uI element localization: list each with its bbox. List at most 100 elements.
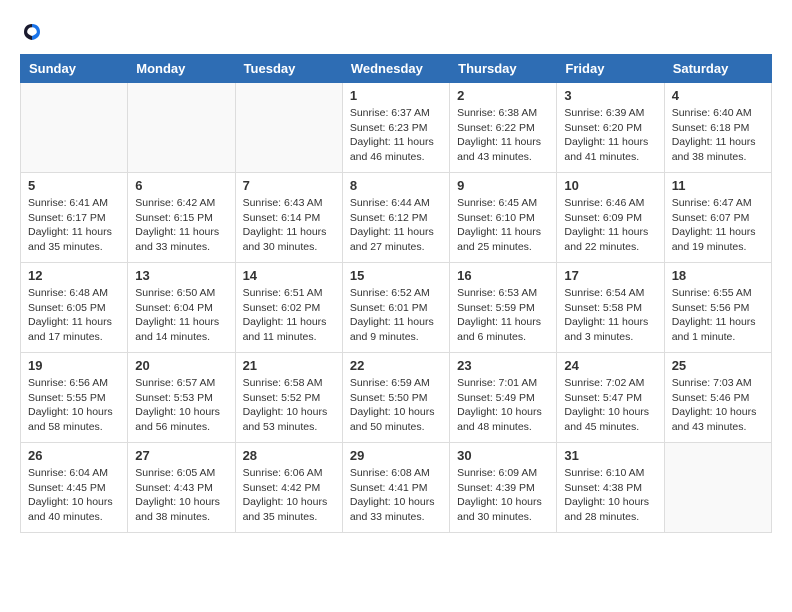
day-number: 30 bbox=[457, 448, 549, 463]
calendar-table: SundayMondayTuesdayWednesdayThursdayFrid… bbox=[20, 54, 772, 533]
day-info: Sunrise: 6:55 AM Sunset: 5:56 PM Dayligh… bbox=[672, 286, 764, 345]
calendar-day-cell: 28 Sunrise: 6:06 AM Sunset: 4:42 PM Dayli… bbox=[235, 443, 342, 533]
day-info: Sunrise: 6:06 AM Sunset: 4:42 PM Dayligh… bbox=[243, 466, 335, 525]
day-number: 2 bbox=[457, 88, 549, 103]
day-number: 1 bbox=[350, 88, 442, 103]
calendar-day-cell: 21Sunrise: 6:58 AM Sunset: 5:52 PM Dayli… bbox=[235, 353, 342, 443]
calendar-day-cell: 23 Sunrise: 7:01 AM Sunset: 5:49 PM Dayli… bbox=[450, 353, 557, 443]
logo bbox=[20, 20, 48, 44]
day-number: 5 bbox=[28, 178, 120, 193]
day-number: 25 bbox=[672, 358, 764, 373]
calendar-day-cell: 7 Sunrise: 6:43 AM Sunset: 6:14 PM Daylig… bbox=[235, 173, 342, 263]
calendar-day-cell: 29 Sunrise: 6:08 AM Sunset: 4:41 PM Dayli… bbox=[342, 443, 449, 533]
day-info: Sunrise: 6:39 AM Sunset: 6:20 PM Dayligh… bbox=[564, 106, 656, 165]
calendar-day-cell: 2 Sunrise: 6:38 AM Sunset: 6:22 PM Daylig… bbox=[450, 83, 557, 173]
weekday-header: Wednesday bbox=[342, 55, 449, 83]
weekday-header: Tuesday bbox=[235, 55, 342, 83]
day-number: 26 bbox=[28, 448, 120, 463]
day-info: Sunrise: 6:56 AM Sunset: 5:55 PM Dayligh… bbox=[28, 376, 120, 435]
day-info: Sunrise: 6:40 AM Sunset: 6:18 PM Dayligh… bbox=[672, 106, 764, 165]
calendar-week-row: 1 Sunrise: 6:37 AM Sunset: 6:23 PM Daylig… bbox=[21, 83, 772, 173]
day-number: 15 bbox=[350, 268, 442, 283]
day-number: 31 bbox=[564, 448, 656, 463]
calendar-day-cell: 8 Sunrise: 6:44 AM Sunset: 6:12 PM Daylig… bbox=[342, 173, 449, 263]
calendar-day-cell: 13 Sunrise: 6:50 AM Sunset: 6:04 PM Dayli… bbox=[128, 263, 235, 353]
day-number: 4 bbox=[672, 88, 764, 103]
calendar-day-cell: 20Sunrise: 6:57 AM Sunset: 5:53 PM Dayli… bbox=[128, 353, 235, 443]
day-number: 16 bbox=[457, 268, 549, 283]
day-info: Sunrise: 6:38 AM Sunset: 6:22 PM Dayligh… bbox=[457, 106, 549, 165]
calendar-day-cell: 19 Sunrise: 6:56 AM Sunset: 5:55 PM Dayli… bbox=[21, 353, 128, 443]
page-header bbox=[20, 20, 772, 44]
weekday-header: Saturday bbox=[664, 55, 771, 83]
calendar-day-cell: 15 Sunrise: 6:52 AM Sunset: 6:01 PM Dayli… bbox=[342, 263, 449, 353]
logo-icon bbox=[20, 20, 44, 44]
day-number: 23 bbox=[457, 358, 549, 373]
day-info: Sunrise: 6:44 AM Sunset: 6:12 PM Dayligh… bbox=[350, 196, 442, 255]
day-number: 3 bbox=[564, 88, 656, 103]
day-number: 13 bbox=[135, 268, 227, 283]
day-number: 21 bbox=[243, 358, 335, 373]
calendar-day-cell: 9 Sunrise: 6:45 AM Sunset: 6:10 PM Daylig… bbox=[450, 173, 557, 263]
day-number: 7 bbox=[243, 178, 335, 193]
calendar-day-cell: 24Sunrise: 7:02 AM Sunset: 5:47 PM Dayli… bbox=[557, 353, 664, 443]
day-number: 18 bbox=[672, 268, 764, 283]
calendar-week-row: 26 Sunrise: 6:04 AM Sunset: 4:45 PM Dayli… bbox=[21, 443, 772, 533]
calendar-day-cell bbox=[664, 443, 771, 533]
day-number: 12 bbox=[28, 268, 120, 283]
calendar-day-cell: 10Sunrise: 6:46 AM Sunset: 6:09 PM Dayli… bbox=[557, 173, 664, 263]
day-number: 17 bbox=[564, 268, 656, 283]
weekday-header: Monday bbox=[128, 55, 235, 83]
calendar-day-cell: 17 Sunrise: 6:54 AM Sunset: 5:58 PM Dayli… bbox=[557, 263, 664, 353]
day-info: Sunrise: 6:52 AM Sunset: 6:01 PM Dayligh… bbox=[350, 286, 442, 345]
calendar-day-cell: 22Sunrise: 6:59 AM Sunset: 5:50 PM Dayli… bbox=[342, 353, 449, 443]
day-info: Sunrise: 7:01 AM Sunset: 5:49 PM Dayligh… bbox=[457, 376, 549, 435]
day-number: 29 bbox=[350, 448, 442, 463]
day-number: 24 bbox=[564, 358, 656, 373]
day-info: Sunrise: 6:42 AM Sunset: 6:15 PM Dayligh… bbox=[135, 196, 227, 255]
day-info: Sunrise: 6:53 AM Sunset: 5:59 PM Dayligh… bbox=[457, 286, 549, 345]
weekday-header: Friday bbox=[557, 55, 664, 83]
calendar-day-cell: 12 Sunrise: 6:48 AM Sunset: 6:05 PM Dayli… bbox=[21, 263, 128, 353]
day-number: 8 bbox=[350, 178, 442, 193]
day-number: 19 bbox=[28, 358, 120, 373]
weekday-header: Sunday bbox=[21, 55, 128, 83]
day-info: Sunrise: 6:04 AM Sunset: 4:45 PM Dayligh… bbox=[28, 466, 120, 525]
calendar-day-cell: 6 Sunrise: 6:42 AM Sunset: 6:15 PM Daylig… bbox=[128, 173, 235, 263]
calendar-day-cell: 18 Sunrise: 6:55 AM Sunset: 5:56 PM Dayli… bbox=[664, 263, 771, 353]
day-info: Sunrise: 6:10 AM Sunset: 4:38 PM Dayligh… bbox=[564, 466, 656, 525]
calendar-day-cell bbox=[128, 83, 235, 173]
day-info: Sunrise: 6:43 AM Sunset: 6:14 PM Dayligh… bbox=[243, 196, 335, 255]
day-number: 14 bbox=[243, 268, 335, 283]
day-info: Sunrise: 6:59 AM Sunset: 5:50 PM Dayligh… bbox=[350, 376, 442, 435]
calendar-day-cell: 26 Sunrise: 6:04 AM Sunset: 4:45 PM Dayli… bbox=[21, 443, 128, 533]
day-info: Sunrise: 6:05 AM Sunset: 4:43 PM Dayligh… bbox=[135, 466, 227, 525]
calendar-day-cell bbox=[21, 83, 128, 173]
calendar-day-cell: 16 Sunrise: 6:53 AM Sunset: 5:59 PM Dayli… bbox=[450, 263, 557, 353]
day-number: 6 bbox=[135, 178, 227, 193]
calendar-week-row: 5 Sunrise: 6:41 AM Sunset: 6:17 PM Daylig… bbox=[21, 173, 772, 263]
calendar-day-cell: 14 Sunrise: 6:51 AM Sunset: 6:02 PM Dayli… bbox=[235, 263, 342, 353]
day-info: Sunrise: 6:51 AM Sunset: 6:02 PM Dayligh… bbox=[243, 286, 335, 345]
calendar-day-cell: 31 Sunrise: 6:10 AM Sunset: 4:38 PM Dayli… bbox=[557, 443, 664, 533]
day-number: 9 bbox=[457, 178, 549, 193]
calendar-week-row: 19 Sunrise: 6:56 AM Sunset: 5:55 PM Dayli… bbox=[21, 353, 772, 443]
day-info: Sunrise: 6:41 AM Sunset: 6:17 PM Dayligh… bbox=[28, 196, 120, 255]
day-info: Sunrise: 6:45 AM Sunset: 6:10 PM Dayligh… bbox=[457, 196, 549, 255]
calendar-day-cell: 11Sunrise: 6:47 AM Sunset: 6:07 PM Dayli… bbox=[664, 173, 771, 263]
day-info: Sunrise: 6:48 AM Sunset: 6:05 PM Dayligh… bbox=[28, 286, 120, 345]
day-info: Sunrise: 6:37 AM Sunset: 6:23 PM Dayligh… bbox=[350, 106, 442, 165]
calendar-header-row: SundayMondayTuesdayWednesdayThursdayFrid… bbox=[21, 55, 772, 83]
calendar-day-cell: 3 Sunrise: 6:39 AM Sunset: 6:20 PM Daylig… bbox=[557, 83, 664, 173]
calendar-day-cell bbox=[235, 83, 342, 173]
day-number: 27 bbox=[135, 448, 227, 463]
day-info: Sunrise: 6:50 AM Sunset: 6:04 PM Dayligh… bbox=[135, 286, 227, 345]
day-info: Sunrise: 6:08 AM Sunset: 4:41 PM Dayligh… bbox=[350, 466, 442, 525]
calendar-day-cell: 30 Sunrise: 6:09 AM Sunset: 4:39 PM Dayli… bbox=[450, 443, 557, 533]
calendar-day-cell: 4 Sunrise: 6:40 AM Sunset: 6:18 PM Daylig… bbox=[664, 83, 771, 173]
calendar-day-cell: 1 Sunrise: 6:37 AM Sunset: 6:23 PM Daylig… bbox=[342, 83, 449, 173]
day-number: 28 bbox=[243, 448, 335, 463]
day-info: Sunrise: 6:54 AM Sunset: 5:58 PM Dayligh… bbox=[564, 286, 656, 345]
calendar-day-cell: 25Sunrise: 7:03 AM Sunset: 5:46 PM Dayli… bbox=[664, 353, 771, 443]
day-info: Sunrise: 6:09 AM Sunset: 4:39 PM Dayligh… bbox=[457, 466, 549, 525]
